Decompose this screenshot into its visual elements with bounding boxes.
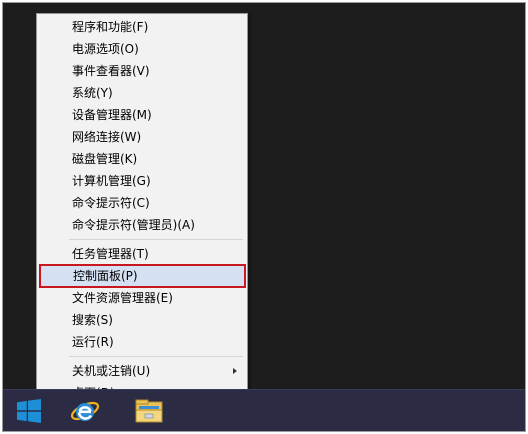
taskbar-file-explorer[interactable] [127, 390, 171, 431]
menu-item-file-explorer[interactable]: 文件资源管理器(E) [39, 287, 245, 309]
menu-item-control-panel[interactable]: 控制面板(P) [39, 265, 245, 287]
menu-item-label: 关机或注销(U) [72, 364, 151, 378]
taskbar-internet-explorer[interactable] [63, 390, 107, 431]
menu-item-device-manager[interactable]: 设备管理器(M) [39, 104, 245, 126]
menu-item-command-prompt-admin[interactable]: 命令提示符(管理员)(A) [39, 214, 245, 236]
menu-item-event-viewer[interactable]: 事件查看器(V) [39, 60, 245, 82]
menu-item-search[interactable]: 搜索(S) [39, 309, 245, 331]
menu-item-disk-management[interactable]: 磁盘管理(K) [39, 148, 245, 170]
menu-item-computer-management[interactable]: 计算机管理(G) [39, 170, 245, 192]
menu-item-command-prompt[interactable]: 命令提示符(C) [39, 192, 245, 214]
menu-group-system-tools: 程序和功能(F) 电源选项(O) 事件查看器(V) 系统(Y) 设备管理器(M)… [39, 16, 245, 236]
start-button[interactable] [3, 390, 55, 431]
menu-item-shutdown-signout[interactable]: 关机或注销(U) [39, 360, 245, 382]
taskbar [3, 389, 525, 431]
win-x-context-menu: 程序和功能(F) 电源选项(O) 事件查看器(V) 系统(Y) 设备管理器(M)… [36, 13, 248, 407]
menu-item-task-manager[interactable]: 任务管理器(T) [39, 243, 245, 265]
menu-group-management: 任务管理器(T) 控制面板(P) 文件资源管理器(E) 搜索(S) 运行(R) [39, 243, 245, 353]
menu-separator [69, 356, 243, 357]
menu-item-system[interactable]: 系统(Y) [39, 82, 245, 104]
desktop: 程序和功能(F) 电源选项(O) 事件查看器(V) 系统(Y) 设备管理器(M)… [2, 2, 526, 432]
submenu-arrow-icon [233, 368, 237, 374]
menu-separator [69, 239, 243, 240]
menu-item-run[interactable]: 运行(R) [39, 331, 245, 353]
menu-item-programs-features[interactable]: 程序和功能(F) [39, 16, 245, 38]
file-explorer-icon [135, 399, 163, 422]
menu-item-power-options[interactable]: 电源选项(O) [39, 38, 245, 60]
windows-logo-icon [17, 398, 41, 423]
menu-item-network-connections[interactable]: 网络连接(W) [39, 126, 245, 148]
internet-explorer-icon [70, 401, 100, 421]
